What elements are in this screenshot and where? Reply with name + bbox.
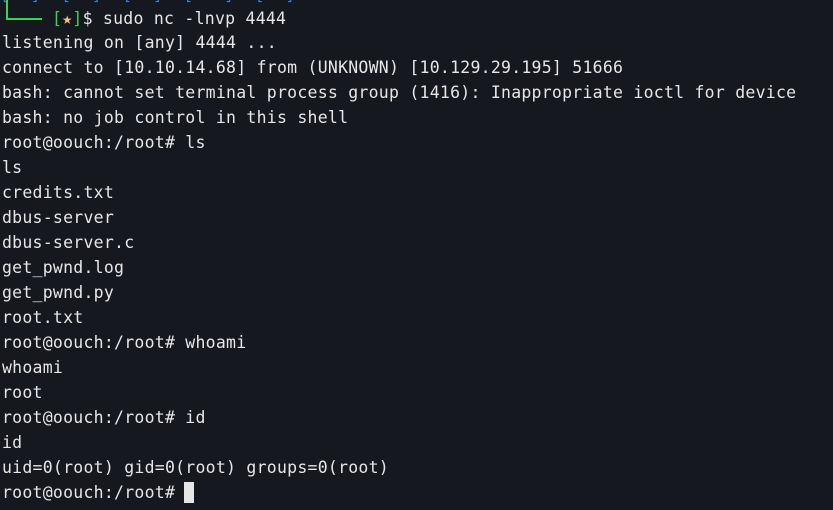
terminal-output: listening on [any] 4444 ... connect to […	[2, 30, 796, 505]
output-line: root@oouch:/root# whoami	[2, 333, 247, 352]
current-prompt: root@oouch:/root#	[2, 483, 176, 502]
output-line: get_pwnd.py	[2, 283, 115, 302]
output-line: bash: no job control in this shell	[2, 108, 349, 127]
listener-command: sudo nc -lnvp 4444	[92, 9, 287, 28]
output-line: connect to [10.10.14.68] from (UNKNOWN) …	[2, 58, 624, 77]
prompt-corner-icon	[6, 0, 42, 20]
output-line: id	[2, 433, 23, 452]
output-line: root@oouch:/root# ls	[2, 133, 206, 152]
output-line: ls	[2, 158, 23, 177]
output-line: root	[2, 383, 43, 402]
prompt-symbol: $	[82, 9, 93, 28]
prompt-open-bracket: [	[52, 9, 63, 28]
output-line: credits.txt	[2, 183, 115, 202]
output-line: get_pwnd.log	[2, 258, 125, 277]
terminal-window[interactable]: [ ] [ ] [ ] [ ] [ ] [★]$ sudo nc -lnvp 4…	[0, 0, 833, 510]
current-prompt-line[interactable]: root@oouch:/root#	[2, 480, 796, 505]
prompt-close-bracket: ]	[72, 9, 83, 28]
output-line: listening on [any] 4444 ...	[2, 33, 277, 52]
output-line: bash: cannot set terminal process group …	[2, 83, 797, 102]
output-line: uid=0(root) gid=0(root) groups=0(root)	[2, 458, 389, 477]
output-line: root@oouch:/root# id	[2, 408, 206, 427]
block-cursor-icon[interactable]	[184, 482, 195, 503]
prompt-star-icon: ★	[62, 9, 73, 28]
listener-prompt-line: [★]$ sudo nc -lnvp 4444	[0, 0, 286, 31]
output-line: dbus-server	[2, 208, 115, 227]
output-line: dbus-server.c	[2, 233, 135, 252]
output-line: whoami	[2, 358, 64, 377]
output-line: root.txt	[2, 308, 84, 327]
listener-prompt: [★]$ sudo nc -lnvp 4444	[52, 6, 286, 31]
